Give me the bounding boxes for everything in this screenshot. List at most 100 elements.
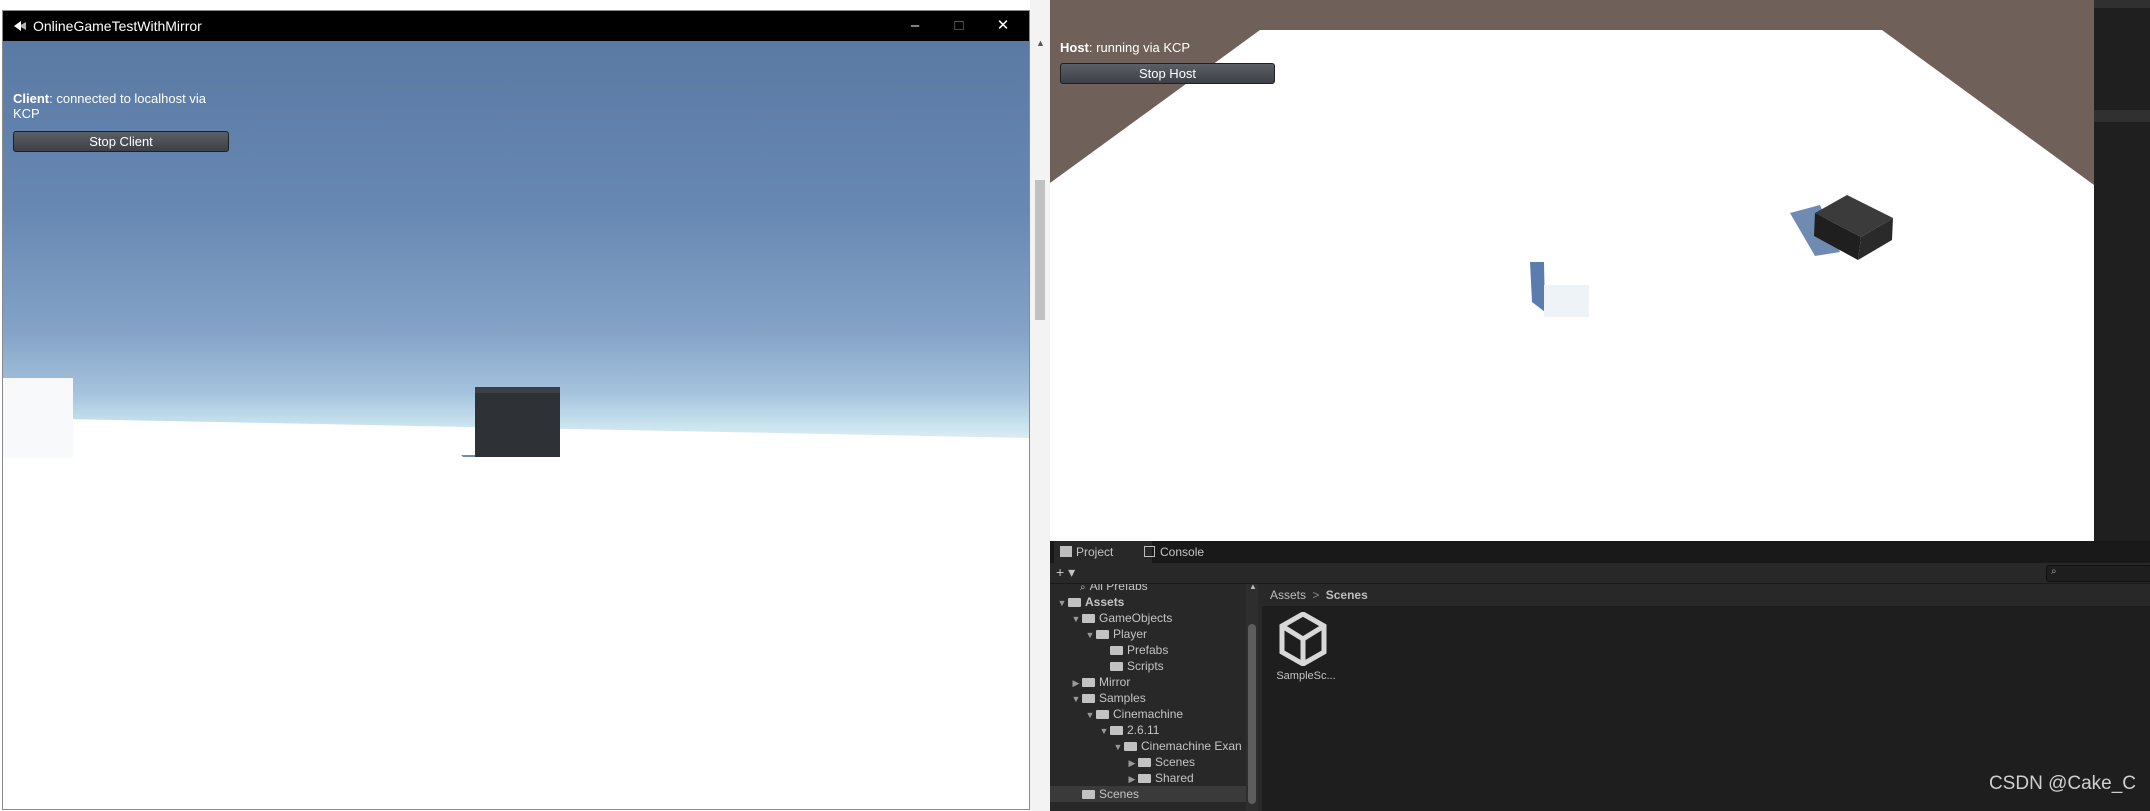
editor-scrollbar[interactable]: ▲ bbox=[1030, 0, 1050, 811]
inspector-panel-edge bbox=[2094, 0, 2150, 541]
tree-scrollbar[interactable]: ▲ bbox=[1246, 582, 1258, 811]
tree-item-label: Player bbox=[1113, 627, 1148, 641]
folder-icon bbox=[1082, 790, 1095, 799]
folder-icon bbox=[1082, 614, 1095, 623]
tree-item[interactable]: ▼ Player bbox=[1050, 626, 1246, 642]
search-icon: ⌕ bbox=[1080, 584, 1086, 593]
favorite-label: All Prefabs bbox=[1089, 584, 1148, 593]
host-game-view[interactable]: Host: running via KCP Stop Host bbox=[1050, 0, 2094, 541]
breadcrumb-assets[interactable]: Assets bbox=[1270, 588, 1306, 602]
console-icon bbox=[1144, 546, 1155, 557]
tree-item[interactable]: ▼ Cinemachine Exan bbox=[1050, 738, 1246, 754]
stop-host-button[interactable]: Stop Host bbox=[1060, 63, 1275, 84]
folder-icon bbox=[1110, 726, 1123, 735]
chevron-down-icon[interactable]: ▼ bbox=[1070, 611, 1082, 627]
folder-icon bbox=[1082, 694, 1095, 703]
chevron-down-icon[interactable]: ▼ bbox=[1098, 723, 1110, 739]
tree-item-label: Prefabs bbox=[1127, 643, 1169, 657]
host-status: Host: running via KCP bbox=[1060, 40, 1190, 55]
unity-app-icon bbox=[14, 21, 26, 31]
chevron-down-icon[interactable]: ▼ bbox=[1070, 691, 1082, 707]
tree-item-label: Scenes bbox=[1099, 787, 1140, 801]
folder-icon bbox=[1082, 678, 1095, 687]
chevron-down-icon[interactable]: ▼ bbox=[1056, 595, 1068, 611]
tree-item-label: GameObjects bbox=[1099, 611, 1173, 625]
panel-tab-bar: Project Console bbox=[1050, 541, 2150, 563]
tree-item-label: Scripts bbox=[1127, 659, 1164, 673]
scrollbar-thumb[interactable] bbox=[1035, 180, 1045, 320]
window-title: OnlineGameTestWithMirror bbox=[33, 18, 202, 34]
tree-item-label: 2.6.11 bbox=[1127, 723, 1160, 737]
tree-item[interactable]: ▶ Scenes bbox=[1050, 754, 1246, 770]
client-status: Client: connected to localhost via KCP bbox=[13, 91, 223, 121]
host-status-label: Host bbox=[1060, 40, 1089, 55]
close-button[interactable]: ✕ bbox=[981, 11, 1025, 41]
tree-item-label: Mirror bbox=[1099, 675, 1131, 689]
breadcrumb-separator: > bbox=[1312, 588, 1320, 602]
search-input[interactable]: ⌕ bbox=[2046, 565, 2150, 582]
search-icon: ⌕ bbox=[2051, 566, 2057, 577]
tab-project-label: Project bbox=[1076, 545, 1114, 559]
asset-item[interactable]: SampleSc... bbox=[1274, 612, 1338, 692]
tree-item[interactable]: ▼ Samples bbox=[1050, 690, 1246, 706]
chevron-right-icon[interactable]: ▶ bbox=[1070, 675, 1082, 691]
chevron-right-icon[interactable]: ▶ bbox=[1126, 755, 1138, 771]
client-status-label: Client bbox=[13, 91, 50, 106]
tree-item-label: Shared bbox=[1155, 771, 1194, 785]
host-status-text: : running via KCP bbox=[1088, 40, 1191, 55]
tree-item-label: Cinemachine Exan bbox=[1141, 739, 1242, 753]
tree-item[interactable]: ▶ Shared bbox=[1050, 770, 1246, 786]
tree-item-label: Cinemachine bbox=[1113, 707, 1184, 721]
add-asset-button[interactable]: + ▾ bbox=[1056, 564, 1075, 581]
breadcrumb-scenes[interactable]: Scenes bbox=[1326, 588, 1368, 602]
scroll-up-icon[interactable]: ▲ bbox=[1036, 38, 1045, 48]
folder-icon bbox=[1096, 630, 1109, 639]
folder-tree[interactable]: ⌕ All Prefabs ▼ Assets ▼ GameObjects ▼ Player P… bbox=[1050, 584, 1246, 811]
folder-icon bbox=[1138, 758, 1151, 767]
folder-icon bbox=[1138, 774, 1151, 783]
folder-icon bbox=[1068, 598, 1081, 607]
favorite-all-prefabs[interactable]: ⌕ All Prefabs bbox=[1050, 584, 1246, 594]
chevron-down-icon[interactable]: ▼ bbox=[1084, 707, 1096, 723]
tree-item[interactable]: ▼ Cinemachine bbox=[1050, 706, 1246, 722]
chevron-down-icon[interactable]: ▼ bbox=[1084, 627, 1096, 643]
breadcrumb: Assets > Scenes bbox=[1262, 584, 2150, 606]
unity-editor: Host: running via KCP Stop Host Project … bbox=[1050, 0, 2150, 811]
project-toolbar: + ▾ ⌕ bbox=[1050, 563, 2150, 584]
tree-item[interactable]: Scripts bbox=[1050, 658, 1246, 674]
folder-icon bbox=[1096, 710, 1109, 719]
folder-icon bbox=[1124, 742, 1137, 751]
tree-items: ▼ Assets ▼ GameObjects ▼ Player Prefabs Scripts… bbox=[1050, 594, 1246, 802]
tree-item[interactable]: Prefabs bbox=[1050, 642, 1246, 658]
tree-scrollbar-thumb[interactable] bbox=[1248, 624, 1256, 804]
folder-icon bbox=[1110, 646, 1123, 655]
maximize-button[interactable]: □ bbox=[937, 11, 981, 41]
tree-item-label: Assets bbox=[1085, 595, 1125, 609]
tree-item[interactable]: ▼ 2.6.11 bbox=[1050, 722, 1246, 738]
asset-name: SampleSc... bbox=[1276, 670, 1336, 682]
chevron-right-icon[interactable]: ▶ bbox=[1126, 771, 1138, 787]
inspector-header bbox=[2094, 0, 2150, 8]
watermark: CSDN @Cake_C bbox=[1988, 773, 2136, 794]
tree-item[interactable]: ▶ Mirror bbox=[1050, 674, 1246, 690]
client-game-viewport[interactable]: Client: connected to localhost via KCP S… bbox=[3, 41, 1029, 809]
tree-item[interactable]: ▼ Assets bbox=[1050, 594, 1246, 610]
inspector-row bbox=[2094, 110, 2150, 122]
client-scene bbox=[3, 378, 1029, 809]
unity-scene-icon bbox=[1279, 612, 1327, 666]
tree-item-label: Scenes bbox=[1155, 755, 1196, 769]
scroll-up-icon[interactable]: ▲ bbox=[1249, 582, 1257, 591]
chevron-down-icon[interactable]: ▼ bbox=[1112, 739, 1124, 755]
tree-item-label: Samples bbox=[1099, 691, 1146, 705]
client-game-window: OnlineGameTestWithMirror – □ ✕ Client: c… bbox=[2, 10, 1030, 810]
tree-item[interactable]: ▼ GameObjects bbox=[1050, 610, 1246, 626]
tab-console-label: Console bbox=[1160, 545, 1205, 559]
stop-client-button[interactable]: Stop Client bbox=[13, 131, 229, 152]
project-panel: Project Console + ▾ ⌕ ⌕ All Prefabs ▼ Asse… bbox=[1050, 541, 2150, 811]
minimize-button[interactable]: – bbox=[893, 11, 937, 41]
tab-console[interactable]: Console bbox=[1138, 541, 1240, 563]
tree-item[interactable]: Scenes bbox=[1050, 786, 1246, 802]
window-titlebar[interactable]: OnlineGameTestWithMirror – □ ✕ bbox=[3, 11, 1029, 41]
folder-icon bbox=[1060, 546, 1072, 557]
folder-icon bbox=[1110, 662, 1123, 671]
